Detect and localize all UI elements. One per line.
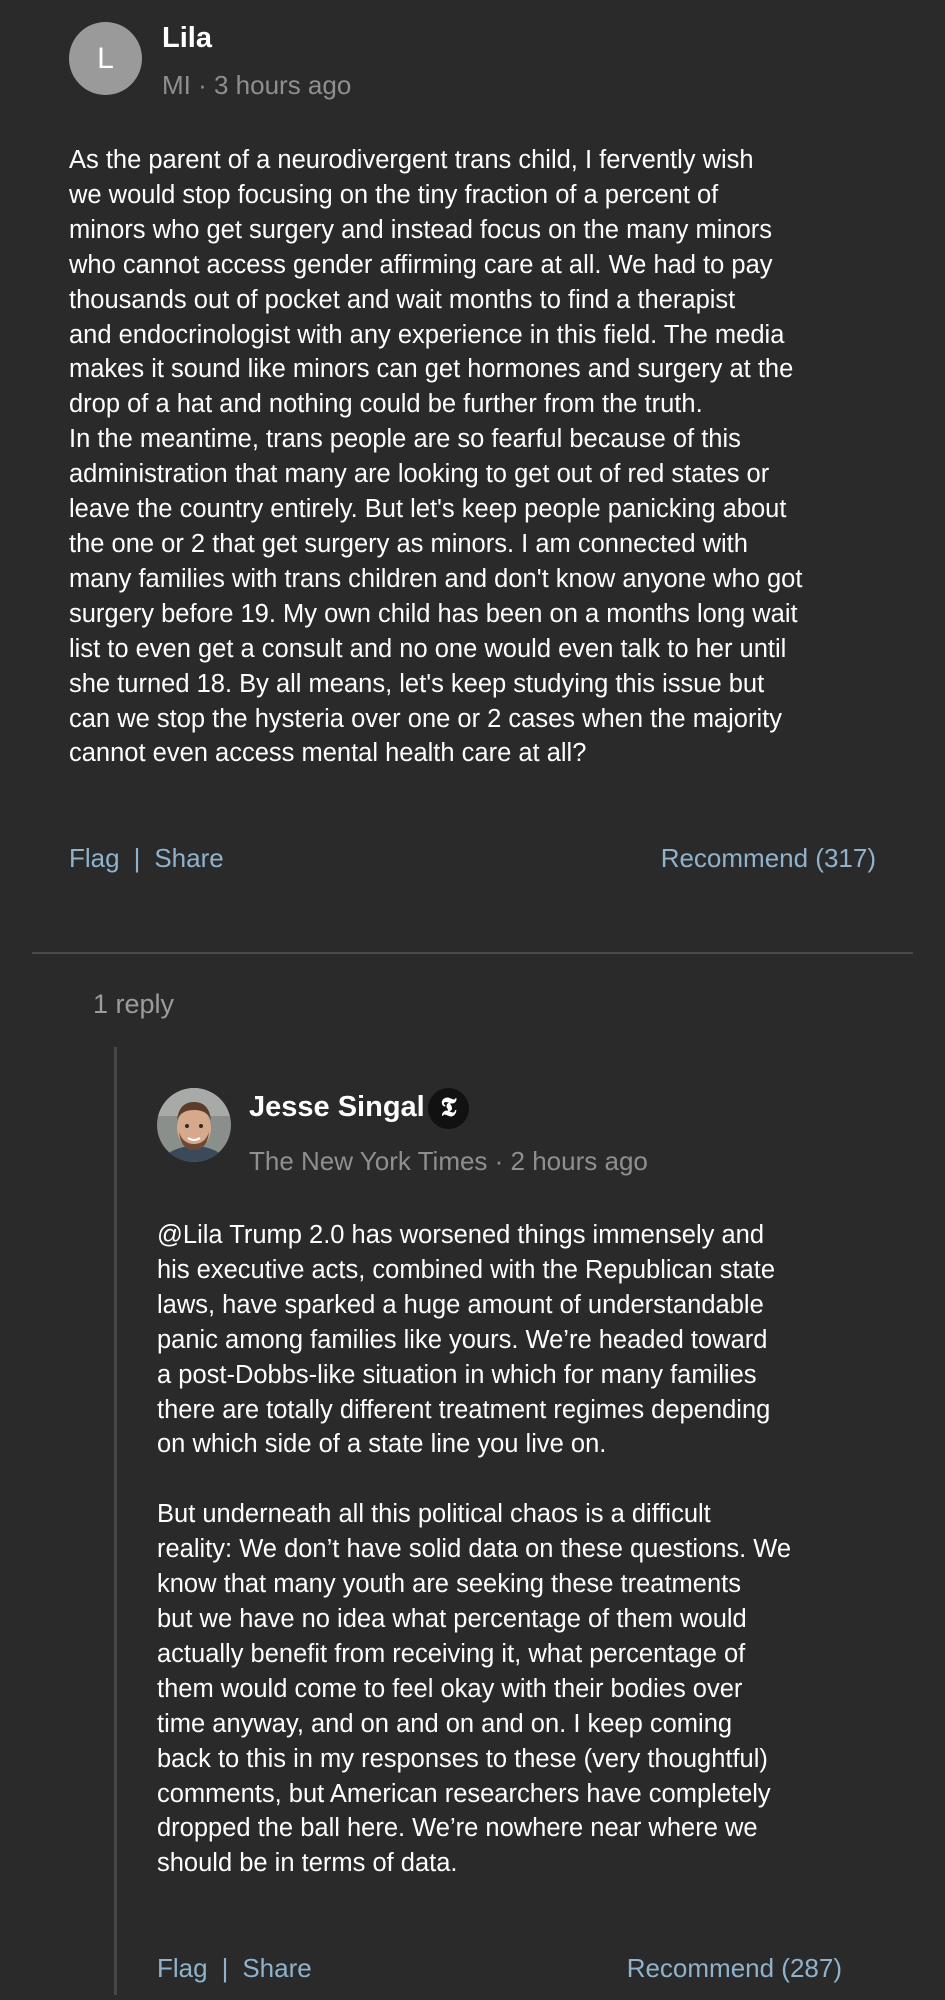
comment-actions: Flag | Share <box>69 843 224 874</box>
comment-body: As the parent of a neurodivergent trans … <box>69 146 803 768</box>
action-separator: | <box>133 843 141 873</box>
reply-body: @Lila Trump 2.0 has worsened things imme… <box>157 1221 792 1878</box>
reply-actions: Flag | Share <box>157 1953 312 1984</box>
reply-author[interactable]: Jesse Singal <box>249 1091 425 1124</box>
reply-count-toggle[interactable]: 1 reply <box>93 989 174 1020</box>
reply-meta: The New York Times · 2 hours ago <box>249 1146 648 1176</box>
reply-thread-line <box>114 1047 117 1995</box>
share-link[interactable]: Share <box>154 843 223 873</box>
avatar: L <box>69 22 142 95</box>
comment-author[interactable]: Lila <box>162 22 212 55</box>
comment-meta: MI · 3 hours ago <box>162 70 352 100</box>
recommend-button[interactable]: Recommend (287) <box>627 1953 842 1984</box>
nyt-logo-icon: 𝕿 <box>428 1088 469 1129</box>
avatar <box>157 1088 231 1162</box>
share-link[interactable]: Share <box>242 1953 311 1983</box>
flag-link[interactable]: Flag <box>69 843 120 873</box>
recommend-button[interactable]: Recommend (317) <box>661 843 876 874</box>
flag-link[interactable]: Flag <box>157 1953 208 1983</box>
divider <box>32 952 913 954</box>
action-separator: | <box>221 1953 229 1983</box>
avatar-photo-image <box>157 1088 231 1162</box>
